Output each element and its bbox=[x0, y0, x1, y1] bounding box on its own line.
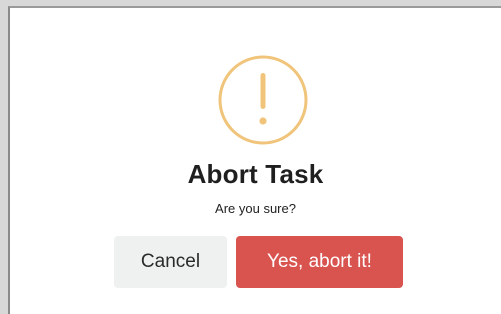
confirm-dialog: Abort Task Are you sure? Cancel Yes, abo… bbox=[8, 6, 501, 314]
dialog-message: Are you sure? bbox=[215, 201, 296, 216]
confirm-abort-button[interactable]: Yes, abort it! bbox=[236, 236, 403, 288]
warning-icon bbox=[218, 55, 308, 145]
dialog-title: Abort Task bbox=[187, 159, 324, 189]
cancel-button[interactable]: Cancel bbox=[114, 236, 227, 288]
